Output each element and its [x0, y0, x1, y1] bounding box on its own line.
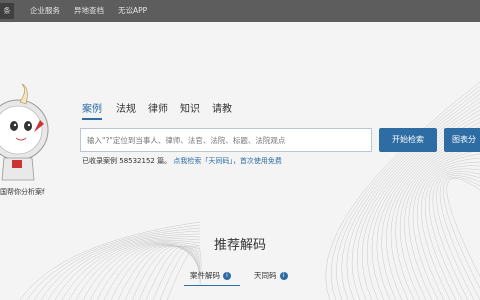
recommended-section-title: 推荐解码: [213, 238, 266, 253]
tiantong-code-link[interactable]: 点我检索「天同码」，首次使用免费: [173, 157, 282, 165]
enterprise-services-link[interactable]: 企业服务: [30, 4, 60, 18]
remote-archive-link[interactable]: 异地查档: [74, 4, 104, 18]
info-icon[interactable]: i: [223, 272, 231, 280]
mascot-illustration: [0, 83, 49, 181]
search-submit-button[interactable]: 开始检索: [379, 128, 437, 152]
case-stats: 已收录案例 58532152 篇。 点我检索「天同码」，首次使用免费: [82, 156, 282, 166]
tab-tiantong-code-label: 天同码: [254, 271, 277, 280]
tab-knowledge[interactable]: 知识: [180, 102, 200, 118]
stats-prefix: 已收录案例: [82, 157, 117, 165]
tab-cases[interactable]: 案例: [82, 102, 102, 118]
case-count: 58532152: [119, 157, 155, 165]
search-input[interactable]: [80, 128, 372, 152]
tab-lawyers[interactable]: 律师: [148, 102, 168, 118]
tab-tiantong-code[interactable]: 天同码 i: [254, 270, 288, 282]
active-tab-underline: [82, 118, 102, 120]
chart-analysis-button[interactable]: 图表分: [444, 128, 480, 152]
active-subtab-underline: [184, 285, 240, 286]
tab-consult[interactable]: 请教: [212, 102, 232, 118]
stats-unit: 篇。: [157, 157, 172, 165]
app-download-link[interactable]: 无讼APP: [118, 4, 147, 18]
tab-case-decoding-label: 案件解码: [190, 271, 220, 280]
info-icon[interactable]: i: [279, 272, 288, 280]
recommendation-subtabs: 案件解码 i 天同码 i: [0, 270, 480, 284]
tab-regulations[interactable]: 法规: [116, 102, 136, 118]
tab-case-decoding[interactable]: 案件解码 i: [190, 270, 231, 282]
home-link[interactable]: 条: [0, 3, 14, 19]
mascot-slogan: 国帮你分析案f: [0, 188, 45, 196]
top-navigation-bar: 条 企业服务 异地查档 无讼APP: [0, 0, 480, 22]
